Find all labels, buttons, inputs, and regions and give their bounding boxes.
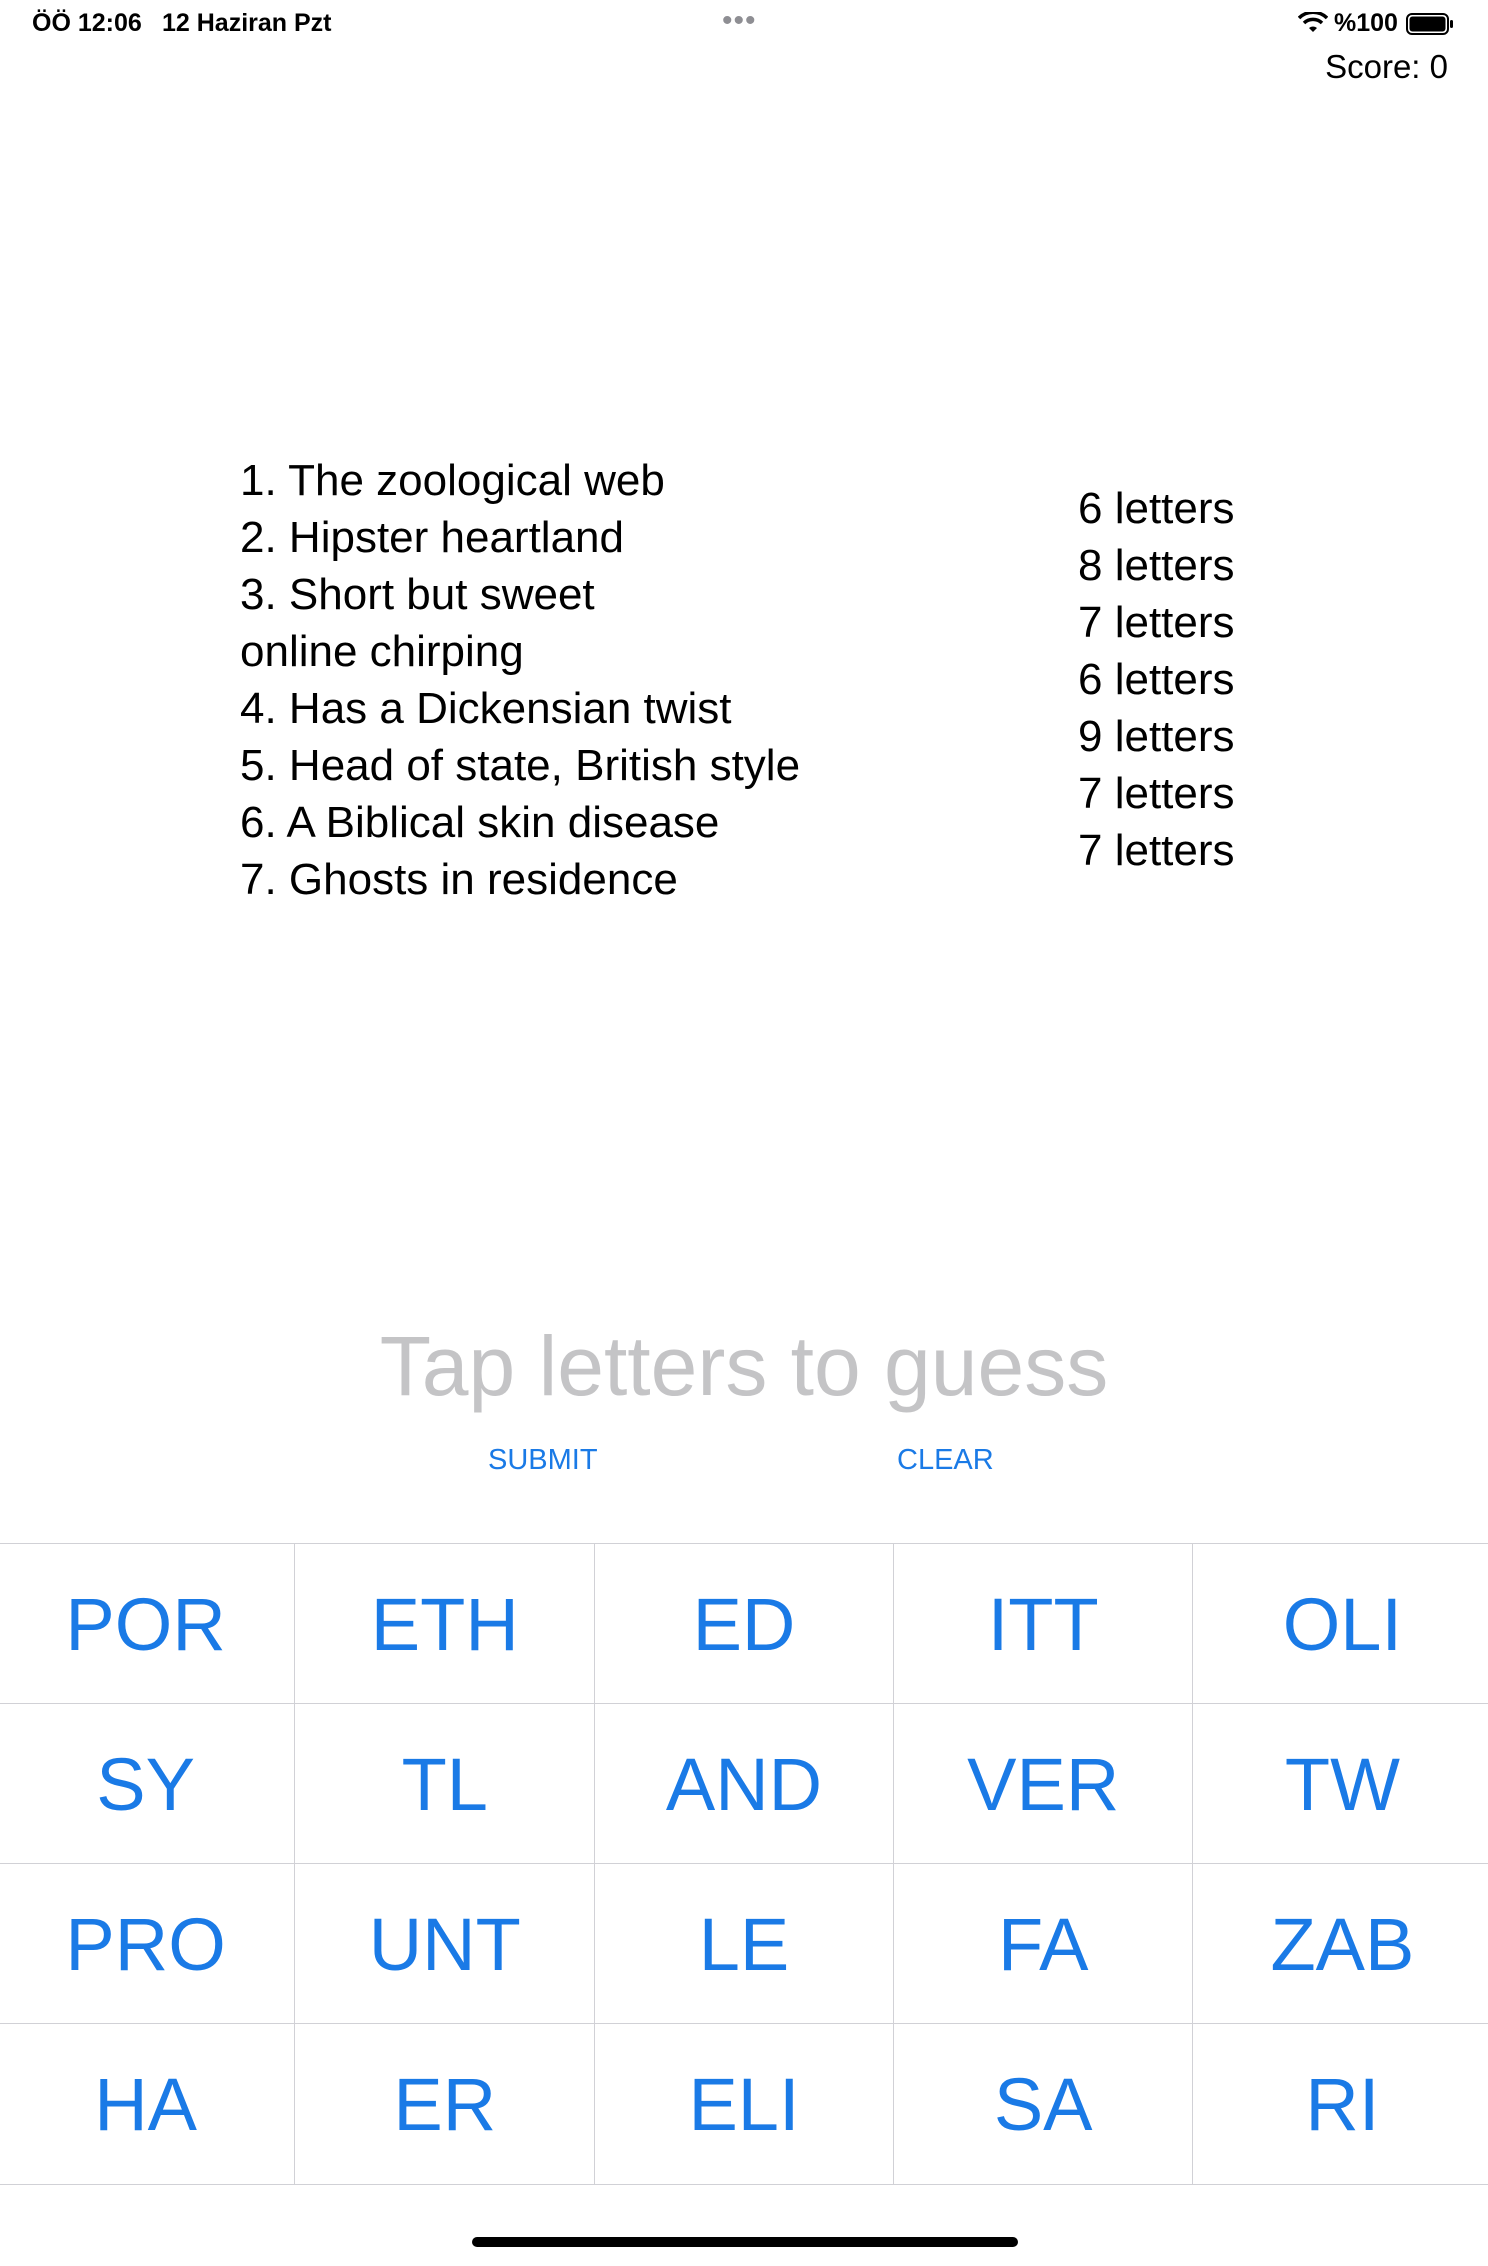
letter-tile[interactable]: SA (892, 2023, 1194, 2185)
multitasking-dots-icon[interactable]: ••• (722, 4, 757, 38)
letter-tile[interactable]: ED (593, 1543, 895, 1705)
letter-tile[interactable]: FA (892, 1863, 1194, 2025)
clue-item: 4. Has a Dickensian twist (240, 684, 732, 733)
clue-list: 1. The zoological web 2. Hipster heartla… (240, 452, 960, 908)
letter-count-list: 6 letters 8 letters 7 letters 6 letters … (1078, 480, 1278, 879)
clue-item: 2. Hipster heartland (240, 513, 624, 562)
clue-item: 6. A Biblical skin disease (240, 798, 720, 847)
letter-tile[interactable]: ITT (892, 1543, 1194, 1705)
score-label: Score: 0 (1325, 48, 1448, 85)
letter-count: 7 letters (1078, 826, 1235, 875)
wifi-icon (1298, 12, 1328, 32)
letter-count: 9 letters (1078, 712, 1235, 761)
letter-tile-grid: POR ETH ED ITT OLI SY TL AND VER TW PRO … (0, 1543, 1488, 2185)
letter-count: 6 letters (1078, 655, 1235, 704)
clue-item: 1. The zoological web (240, 456, 665, 505)
letter-tile[interactable]: ELI (593, 2023, 895, 2185)
letter-tile[interactable]: PRO (0, 1863, 296, 2025)
status-date: 12 Haziran Pzt (162, 9, 332, 37)
clear-button[interactable]: CLEAR (897, 1444, 994, 1477)
letter-tile[interactable]: TL (294, 1703, 596, 1865)
battery-icon (1406, 13, 1453, 35)
submit-button[interactable]: SUBMIT (488, 1444, 598, 1477)
letter-tile[interactable]: UNT (294, 1863, 596, 2025)
clue-item: 5. Head of state, British style (240, 741, 801, 790)
letter-tile[interactable]: ETH (294, 1543, 596, 1705)
letter-count: 8 letters (1078, 541, 1235, 590)
clue-item: 7. Ghosts in residence (240, 855, 678, 904)
letter-tile[interactable]: POR (0, 1543, 296, 1705)
letter-count: 7 letters (1078, 769, 1235, 818)
letter-tile[interactable]: ZAB (1192, 1863, 1488, 2025)
guess-field: Tap letters to guess (379, 1319, 1109, 1413)
letter-tile[interactable]: RI (1192, 2023, 1488, 2185)
status-bar: ÖÖ 12:06 12 Haziran Pzt ••• %100 (0, 0, 1488, 50)
letter-tile[interactable]: HA (0, 2023, 296, 2185)
letter-count: 7 letters (1078, 598, 1235, 647)
letter-tile[interactable]: SY (0, 1703, 296, 1865)
letter-tile[interactable]: AND (593, 1703, 895, 1865)
home-indicator[interactable] (472, 2237, 1018, 2247)
clue-item: 3. Short but sweet online chirping (240, 570, 595, 676)
status-time: ÖÖ 12:06 (32, 9, 142, 37)
letter-tile[interactable]: TW (1192, 1703, 1488, 1865)
letter-tile[interactable]: LE (593, 1863, 895, 2025)
letter-tile[interactable]: OLI (1192, 1543, 1488, 1705)
letter-tile[interactable]: VER (892, 1703, 1194, 1865)
letter-tile[interactable]: ER (294, 2023, 596, 2185)
battery-percent: %100 (1334, 9, 1398, 37)
letter-count: 6 letters (1078, 484, 1235, 533)
